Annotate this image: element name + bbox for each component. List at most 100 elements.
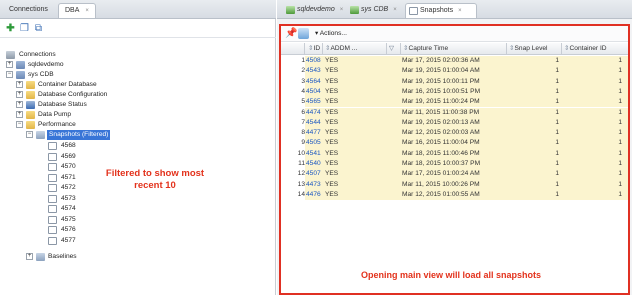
capture-time: Mar 18, 2015 11:00:46 PM	[402, 149, 480, 157]
container-id: 1	[618, 57, 622, 64]
close-icon[interactable]: ×	[393, 7, 397, 13]
container-id: 1	[618, 160, 622, 167]
snapshot-id[interactable]: 4565	[306, 97, 323, 107]
capture-time: Mar 16, 2015 11:00:04 PM	[402, 139, 480, 147]
close-icon[interactable]: ×	[340, 7, 344, 13]
copy-icon[interactable]: ❐	[19, 23, 30, 34]
tab-snapshots[interactable]: Snapshots ×	[405, 3, 477, 18]
snapshot-id[interactable]: 4544	[306, 118, 323, 128]
snapshot-id[interactable]: 4564	[306, 77, 323, 87]
close-icon[interactable]: ×	[458, 8, 462, 14]
actions-menu[interactable]: ▾ Actions...	[315, 28, 347, 39]
container-id: 1	[618, 67, 622, 75]
column-header-addm[interactable]: ⇕ADDM ...	[323, 43, 387, 55]
snap-level: 1	[555, 108, 559, 116]
add-icon[interactable]: ✚	[5, 23, 16, 34]
expand-icon[interactable]: +	[6, 61, 13, 68]
column-header-container-id[interactable]: ⇕Container ID	[562, 43, 628, 55]
table-row[interactable]: 2 4543 YES Mar 19, 2015 01:00:04 AM 1 1	[281, 66, 628, 77]
table-row[interactable]: 3 4564 YES Mar 19, 2015 10:00:11 PM 1 1	[281, 76, 628, 87]
table-row[interactable]: 10 4541 YES Mar 18, 2015 11:00:46 PM 1 1	[281, 148, 628, 159]
expand-icon[interactable]: +	[16, 81, 23, 88]
column-header-label: Snap Level	[514, 45, 548, 52]
table-header: ⇕ID ⇕ADDM ... ▽ ⇕Capture Time ⇕Snap Leve…	[281, 43, 628, 55]
addm-value: YES	[325, 67, 339, 75]
snap-level: 1	[555, 98, 559, 106]
folder-icon	[26, 81, 35, 89]
container-id: 1	[618, 149, 622, 157]
column-header-snap-level[interactable]: ⇕Snap Level	[507, 43, 562, 55]
snapshot-id[interactable]: 4473	[306, 180, 323, 190]
table-row[interactable]: 13 4473 YES Mar 11, 2015 10:00:26 PM 1 1	[281, 179, 628, 190]
capture-time: Mar 19, 2015 02:00:13 AM	[402, 118, 480, 126]
pin-icon[interactable]: 📌	[285, 28, 297, 39]
left-toolbar: ✚ ❐ ⧉	[0, 20, 276, 38]
tab-sys-cdb[interactable]: sys CDB ×	[347, 3, 411, 18]
refresh-icon[interactable]	[298, 28, 309, 39]
column-header-id[interactable]: ⇕ID	[306, 43, 323, 55]
snapshot-icon	[409, 7, 418, 15]
tree-node-label: 4576	[61, 226, 76, 233]
table-row[interactable]: 1 4508 YES Mar 17, 2015 02:00:36 AM 1 1	[281, 56, 628, 67]
expand-icon[interactable]: +	[16, 111, 23, 118]
filter-icon[interactable]: ▽	[387, 43, 401, 55]
snapshot-id[interactable]: 4507	[306, 169, 323, 179]
column-header-label: Container ID	[569, 45, 607, 52]
container-id: 1	[618, 118, 622, 126]
folder-icon	[26, 111, 35, 119]
snapshot-id[interactable]: 4541	[306, 149, 323, 159]
capture-time: Mar 12, 2015 01:00:55 AM	[402, 190, 480, 198]
collapse-icon[interactable]: −	[6, 71, 13, 78]
tab-connections[interactable]: Connections	[3, 3, 54, 18]
snapshot-id[interactable]: 4504	[306, 87, 323, 97]
tree-node-label: Performance	[38, 121, 76, 128]
table-row[interactable]: 7 4544 YES Mar 19, 2015 02:00:13 AM 1 1	[281, 117, 628, 129]
table-row[interactable]: 14 4476 YES Mar 12, 2015 01:00:55 AM 1 1	[281, 189, 628, 201]
snap-level: 1	[555, 77, 559, 85]
table-row[interactable]: 8 4477 YES Mar 12, 2015 02:00:03 AM 1 1	[281, 128, 628, 139]
collapse-icon[interactable]: −	[16, 121, 23, 128]
connections-panel: Connections DBA × ✚ ❐ ⧉ Connections + sql…	[0, 0, 276, 295]
container-id: 1	[618, 129, 622, 137]
row-number: 9	[301, 139, 305, 147]
capture-time: Mar 19, 2015 11:00:24 PM	[402, 98, 480, 106]
snap-level: 1	[555, 180, 559, 188]
tree-node-label: 4577	[61, 236, 76, 244]
table-row[interactable]: 9 4505 YES Mar 16, 2015 11:00:04 PM 1 1	[281, 138, 628, 149]
container-id: 1	[618, 190, 622, 198]
snapshot-id[interactable]: 4505	[306, 138, 323, 148]
table-row[interactable]: 6 4474 YES Mar 11, 2015 11:00:38 PM 1 1	[281, 107, 628, 118]
capture-time: Mar 12, 2015 02:00:03 AM	[402, 129, 480, 137]
expand-icon[interactable]: +	[16, 101, 23, 108]
snapshot-id[interactable]: 4540	[306, 159, 323, 169]
column-header-capture-time[interactable]: ⇕Capture Time	[401, 43, 507, 55]
close-icon[interactable]: ×	[85, 8, 89, 14]
snapshot-icon	[48, 163, 57, 171]
snapshot-id[interactable]: 4543	[306, 66, 323, 76]
tree-node-label: Snapshots (Filtered)	[47, 130, 111, 140]
snapshot-id[interactable]: 4477	[306, 128, 323, 138]
snapshot-id[interactable]: 4476	[306, 190, 323, 200]
snapshot-id[interactable]: 4508	[306, 56, 323, 66]
row-number-header	[281, 43, 305, 55]
row-number: 13	[297, 180, 305, 188]
expand-icon[interactable]: +	[26, 253, 33, 260]
row-number: 3	[301, 77, 305, 85]
refresh-icon[interactable]: ⧉	[33, 23, 44, 34]
table-row[interactable]: 4 4504 YES Mar 16, 2015 10:00:51 PM 1 1	[281, 86, 628, 98]
tree-node-label: Database Status	[38, 101, 87, 108]
table-row[interactable]: 5 4565 YES Mar 19, 2015 11:00:24 PM 1 1	[281, 97, 628, 108]
expand-icon[interactable]: +	[16, 91, 23, 98]
collapse-icon[interactable]: −	[26, 131, 33, 138]
container-id: 1	[618, 98, 622, 106]
snap-level: 1	[555, 129, 559, 137]
tree-node-label: Database Configuration	[38, 91, 108, 98]
table-row[interactable]: 12 4507 YES Mar 17, 2015 01:00:24 AM 1 1	[281, 169, 628, 180]
table-row[interactable]: 11 4540 YES Mar 18, 2015 10:00:37 PM 1 1	[281, 159, 628, 170]
tab-dba[interactable]: DBA ×	[58, 3, 96, 18]
row-number: 4	[301, 87, 305, 95]
snapshot-id[interactable]: 4474	[306, 108, 323, 118]
tree-node-label: Container Database	[38, 81, 97, 88]
container-id: 1	[618, 139, 622, 147]
capture-time: Mar 11, 2015 10:00:26 PM	[402, 180, 480, 188]
